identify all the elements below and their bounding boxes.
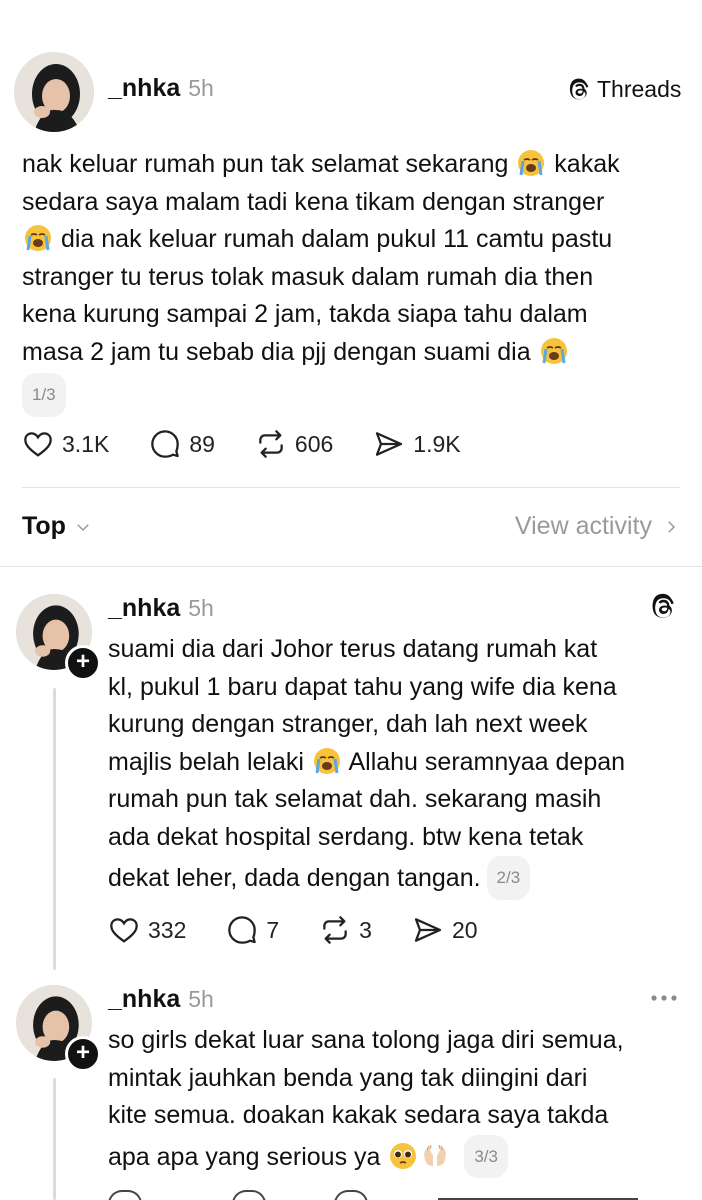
page-indicator: 2/3 bbox=[486, 856, 531, 900]
repost-count: 3 bbox=[359, 916, 372, 943]
send-icon bbox=[414, 918, 442, 942]
like-button[interactable]: 3.1K bbox=[22, 428, 109, 460]
reply-button[interactable]: 7 bbox=[226, 914, 279, 946]
post-line: dekat leher, dada dengan tangan. 2/3 bbox=[108, 856, 694, 900]
post-line: masa 2 jam tu sebab dia pjj dengan suami… bbox=[22, 334, 692, 372]
reply-actions: 332 7 3 20 bbox=[108, 914, 518, 946]
chevron-right-icon bbox=[668, 520, 676, 533]
reply-count: 89 bbox=[189, 430, 215, 457]
repost-count: 606 bbox=[294, 430, 334, 457]
thread-line bbox=[53, 688, 56, 970]
timestamp: 5h bbox=[188, 75, 214, 101]
thread-line bbox=[53, 1078, 56, 1200]
repost-icon bbox=[259, 430, 283, 458]
heart-icon bbox=[24, 432, 52, 457]
post-line: ada dekat hospital serdang. btw kena tet… bbox=[108, 822, 584, 851]
chevron-down-icon bbox=[77, 523, 89, 531]
post-line: sedara saya malam tadi kena tikam dengan… bbox=[22, 187, 605, 216]
like-button[interactable]: 332 bbox=[108, 914, 186, 946]
post-line: nak keluar rumah pun tak selamat sekaran… bbox=[22, 150, 620, 178]
repost-button[interactable]: 606 bbox=[255, 428, 333, 460]
reply-button[interactable]: 89 bbox=[149, 428, 215, 460]
share-button[interactable]: 1.9K bbox=[373, 428, 461, 460]
view-activity-link[interactable]: View activity bbox=[515, 512, 680, 541]
follow-button[interactable]: + bbox=[65, 1036, 101, 1072]
brand-label: Threads bbox=[597, 76, 682, 102]
sort-dropdown[interactable]: Top bbox=[22, 512, 92, 541]
post-line: kurung dengan stranger, dah lah next wee… bbox=[108, 710, 588, 738]
reply-body: suami dia dari Johor terus datang rumah … bbox=[108, 631, 694, 900]
share-count: 20 bbox=[451, 916, 478, 943]
follow-button[interactable]: + bbox=[65, 645, 101, 681]
loudly-crying-face-icon bbox=[25, 225, 51, 251]
pleading-face-icon bbox=[390, 1142, 417, 1169]
page-indicator: 1/3 bbox=[22, 373, 66, 417]
loudly-crying-face-icon bbox=[540, 337, 567, 364]
avatar-image bbox=[14, 52, 94, 132]
divider bbox=[22, 487, 680, 488]
comment-icon bbox=[151, 430, 180, 458]
post-line: stranger tu terus tolak masuk dalam ruma… bbox=[22, 262, 594, 291]
post-line: rumah pun tak selamat dah. sekarang masi… bbox=[108, 785, 602, 813]
page-indicator: 3/3 bbox=[464, 1134, 508, 1178]
post-actions: 3.1K 89 606 1.9K bbox=[22, 428, 501, 460]
reply-body: so girls dekat luar sana tolong jaga dir… bbox=[108, 1022, 694, 1178]
more-icon[interactable] bbox=[648, 988, 680, 1008]
like-count: 332 bbox=[148, 916, 187, 943]
post-body: nak keluar rumah pun tak selamat sekaran… bbox=[22, 146, 692, 417]
post-line: kena kurung sampai 2 jam, takda siapa ta… bbox=[22, 300, 588, 328]
post-line: mintak jauhkan benda yang tak diingini d… bbox=[108, 1063, 588, 1092]
avatar[interactable] bbox=[14, 52, 94, 132]
post-line: dia nak keluar rumah dalam pukul 11 camt… bbox=[22, 221, 692, 259]
threads-logo-icon bbox=[652, 593, 674, 618]
post-line: apa apa yang serious ya 3/3 bbox=[108, 1134, 694, 1178]
post-line: majlis belah lelaki Allahu seramnyaa dep… bbox=[108, 747, 626, 776]
reply-count: 7 bbox=[266, 916, 280, 943]
send-icon bbox=[376, 432, 403, 456]
share-count: 1.9K bbox=[413, 430, 461, 457]
loudly-crying-face-icon bbox=[313, 747, 340, 774]
reply-author: _nhka 5h bbox=[108, 594, 214, 623]
threads-brand[interactable]: Threads bbox=[566, 76, 681, 103]
timestamp: 5h bbox=[188, 595, 214, 621]
share-button[interactable]: 20 bbox=[412, 914, 478, 946]
post-line: kl, pukul 1 baru dapat tahu yang wife di… bbox=[108, 672, 617, 701]
reply-actions-cutoff bbox=[108, 1190, 638, 1200]
repost-button[interactable]: 3 bbox=[319, 914, 372, 946]
post-line: suami dia dari Johor terus datang rumah … bbox=[108, 635, 598, 663]
like-count: 3.1K bbox=[62, 430, 110, 457]
username[interactable]: _nhka bbox=[108, 594, 180, 622]
palms-up-icon bbox=[424, 1144, 447, 1166]
comment-icon bbox=[228, 916, 257, 944]
post-author: _nhka 5h bbox=[108, 74, 214, 103]
username[interactable]: _nhka bbox=[108, 985, 180, 1013]
repost-icon bbox=[323, 916, 347, 944]
sort-label: Top bbox=[22, 512, 66, 540]
view-activity-label: View activity bbox=[514, 512, 652, 540]
post-line: kite semua. doakan kakak sedara saya tak… bbox=[108, 1101, 609, 1129]
threads-logo-icon bbox=[569, 78, 589, 99]
reply-author: _nhka 5h bbox=[108, 985, 214, 1014]
heart-icon bbox=[110, 918, 138, 943]
post-line: so girls dekat luar sana tolong jaga dir… bbox=[108, 1026, 624, 1054]
loudly-crying-face-icon bbox=[518, 150, 545, 176]
username[interactable]: _nhka bbox=[108, 74, 180, 102]
timestamp: 5h bbox=[188, 986, 214, 1012]
divider bbox=[0, 566, 702, 567]
